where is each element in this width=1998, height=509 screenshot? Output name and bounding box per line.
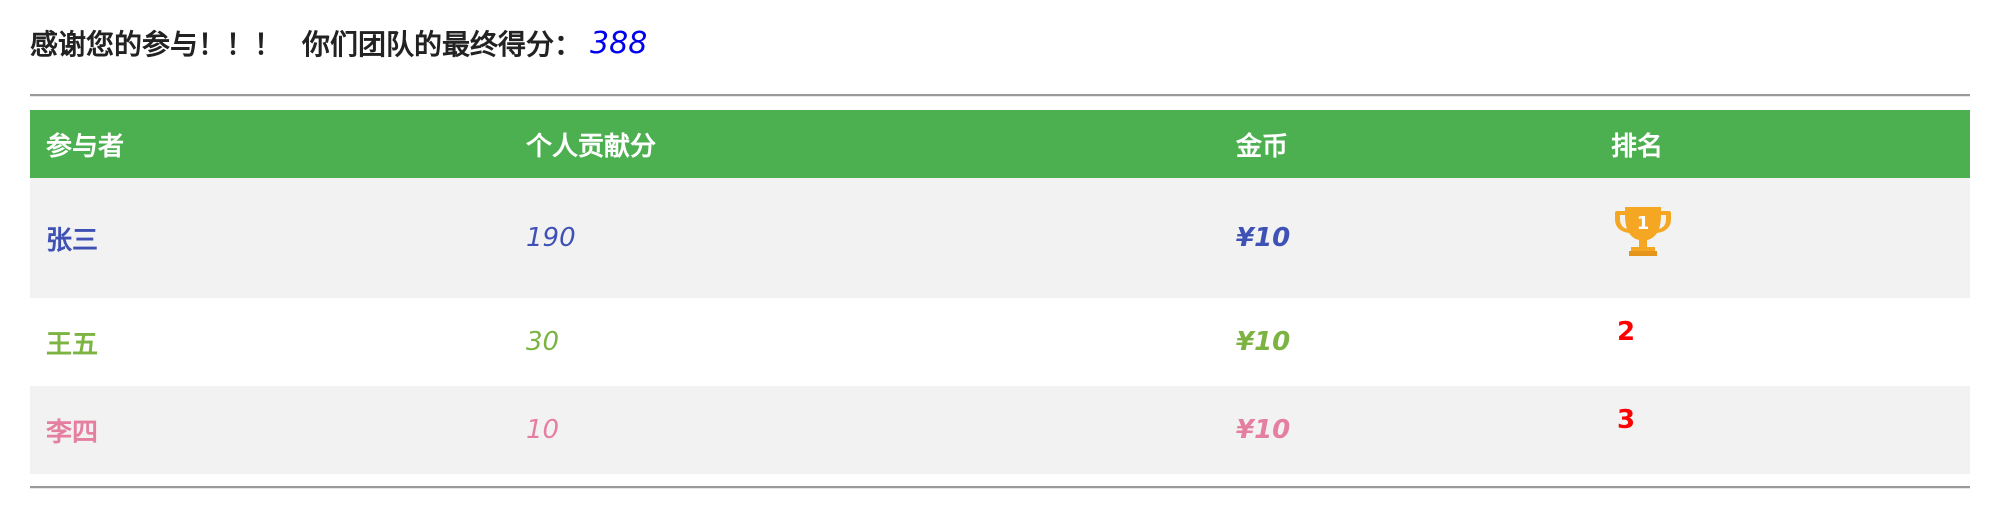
result-panel: 感谢您的参与！！！ 你们团队的最终得分： 388 参与者 个人贡献分 金币 排名… (30, 0, 1970, 488)
final-score-label: 你们团队的最终得分： (302, 28, 583, 61)
leaderboard-table: 参与者 个人贡献分 金币 排名 张三 190 ¥10 1 王五 30 ¥10 2… (30, 110, 1970, 474)
contribution-score: 30 (526, 327, 560, 357)
contribution-score: 190 (526, 223, 576, 253)
result-headline: 感谢您的参与！！！ 你们团队的最终得分： 388 (30, 18, 1970, 68)
table-header-row: 参与者 个人贡献分 金币 排名 (30, 110, 1970, 178)
rank-cell: 3 (1595, 386, 1970, 474)
thanks-text: 感谢您的参与！！！ (30, 28, 283, 61)
col-coins: 金币 (1236, 131, 1289, 162)
rank-number: 2 (1617, 317, 1636, 347)
col-rank: 排名 (1611, 131, 1664, 162)
trophy-icon: 1 (1611, 199, 1675, 263)
rank-cell: 1 (1595, 178, 1970, 298)
trophy-rank-text: 1 (1637, 213, 1650, 234)
divider-bottom (30, 486, 1970, 488)
rank-number: 3 (1617, 405, 1636, 435)
col-participant: 参与者 (46, 131, 125, 162)
table-row: 李四 10 ¥10 3 (30, 386, 1970, 474)
participant-name: 王五 (46, 329, 99, 360)
coin-amount: ¥10 (1236, 327, 1291, 357)
final-score-value: 388 (590, 25, 648, 61)
table-row: 张三 190 ¥10 1 (30, 178, 1970, 298)
divider-top (30, 94, 1970, 96)
participant-name: 李四 (46, 417, 99, 448)
coin-amount: ¥10 (1236, 415, 1291, 445)
table-row: 王五 30 ¥10 2 (30, 298, 1970, 386)
col-contribution: 个人贡献分 (526, 131, 657, 162)
participant-name: 张三 (46, 225, 99, 256)
rank-cell: 2 (1595, 298, 1970, 386)
coin-amount: ¥10 (1236, 223, 1291, 253)
contribution-score: 10 (526, 415, 560, 445)
